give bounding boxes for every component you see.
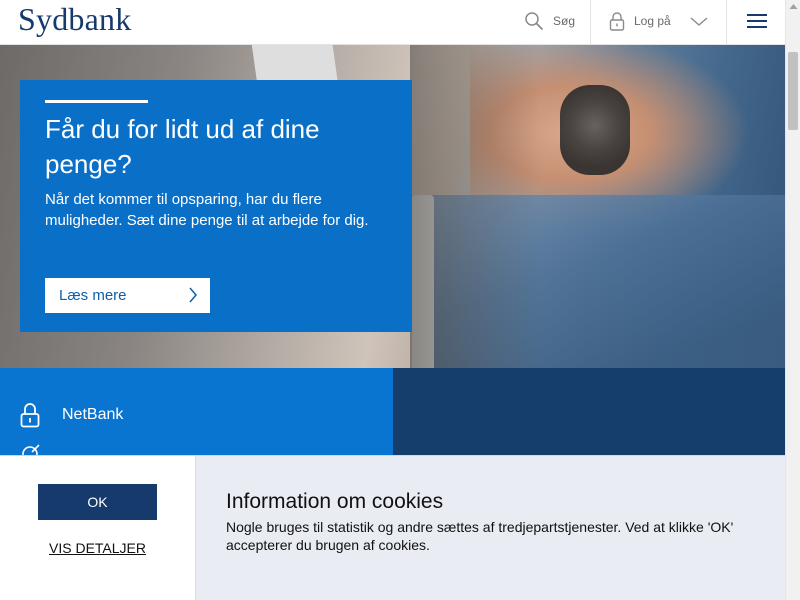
search-label: Søg — [553, 14, 576, 28]
hero-photo-shade — [410, 45, 540, 368]
scroll-up-arrow-icon[interactable] — [786, 0, 800, 15]
cookie-ok-button[interactable]: OK — [38, 484, 157, 520]
cookie-details-link[interactable]: VIS DETALJER — [38, 540, 157, 556]
hamburger-menu-icon — [747, 14, 767, 28]
chevron-down-icon — [690, 17, 708, 26]
search-icon — [525, 12, 544, 31]
page: Sydbank Søg Log på Får du for lidt ud af… — [0, 0, 800, 600]
lock-icon — [20, 403, 40, 428]
hero-photo-watch — [560, 85, 630, 175]
hero-banner: Får du for lidt ud af dine penge? Når de… — [0, 45, 785, 368]
site-header: Sydbank Søg Log på — [0, 0, 785, 45]
read-more-button[interactable]: Læs mere — [45, 278, 210, 313]
scrollbar-thumb[interactable] — [788, 52, 798, 130]
login-label: Log på — [634, 14, 671, 28]
menu-button[interactable] — [726, 0, 785, 44]
netbank-label: NetBank — [62, 406, 124, 423]
cookie-title: Information om cookies — [226, 490, 444, 513]
hero-title: Får du for lidt ud af dine penge? — [45, 114, 320, 179]
cookie-banner: OK VIS DETALJER Information om cookies N… — [0, 455, 785, 600]
cookie-actions: OK VIS DETALJER — [0, 456, 196, 600]
hero-divider — [45, 100, 148, 103]
chevron-right-icon — [189, 287, 197, 303]
hero-text: Når det kommer til opsparing, har du fle… — [45, 191, 369, 229]
login-button[interactable]: Log på — [590, 0, 726, 44]
search-button[interactable]: Søg — [518, 0, 590, 44]
hero-card: Får du for lidt ud af dine penge? Når de… — [20, 80, 412, 332]
sydbank-logo[interactable]: Sydbank — [18, 1, 131, 38]
lock-icon — [609, 12, 625, 31]
page-scrollbar[interactable] — [785, 0, 800, 600]
netbank-link[interactable]: NetBank — [20, 402, 123, 428]
cookie-text: Nogle bruges til statistik og andre sætt… — [226, 519, 734, 553]
read-more-label: Læs mere — [59, 287, 127, 304]
